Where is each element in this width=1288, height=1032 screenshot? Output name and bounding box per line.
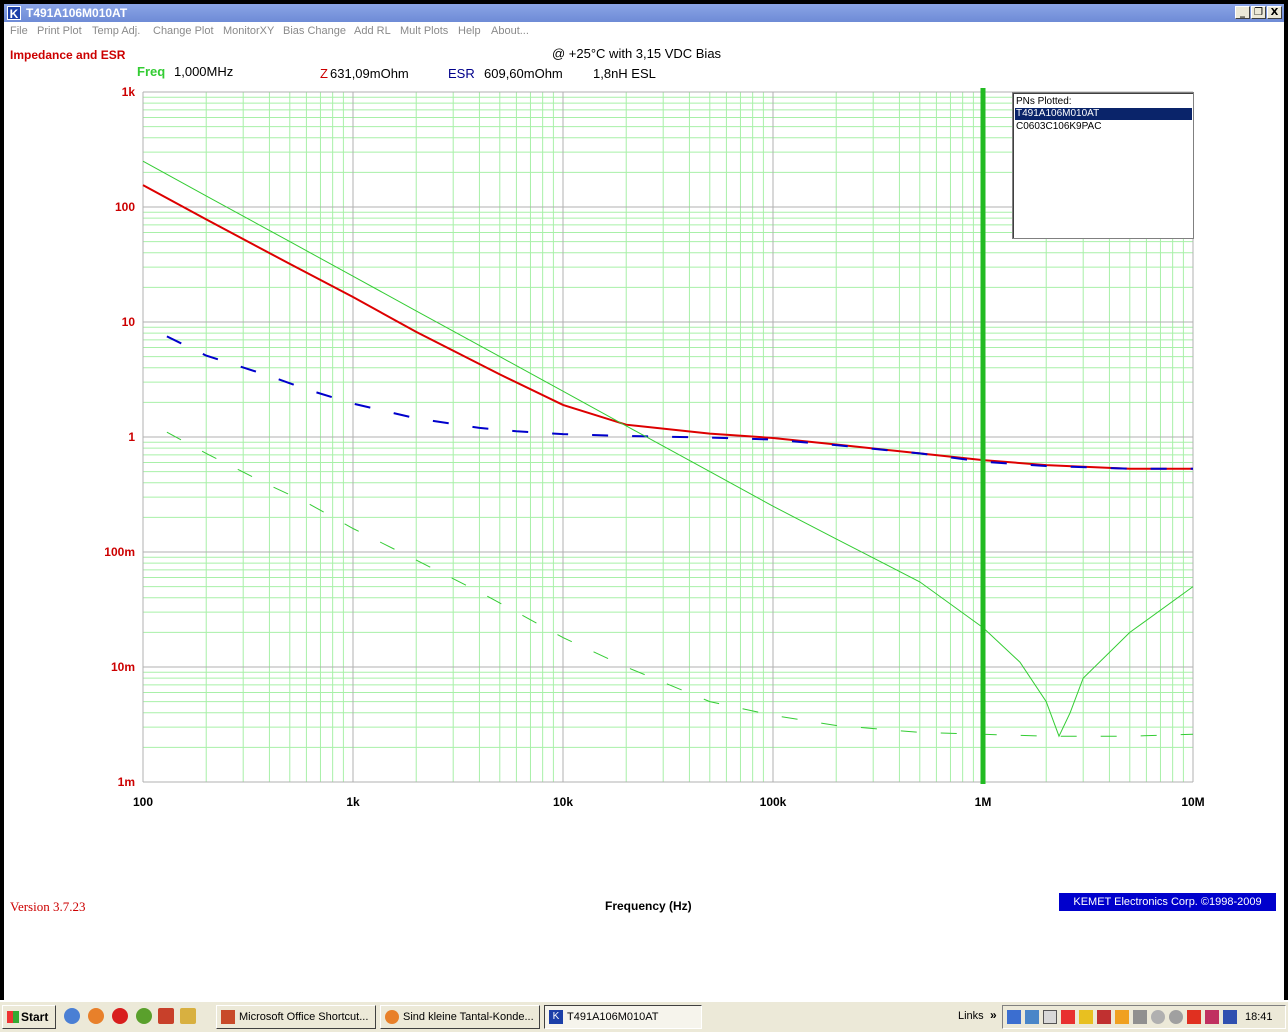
pns-plotted-list[interactable]: PNs Plotted: T491A106M010AT C0603C106K9P…: [1012, 92, 1194, 239]
x-axis-label: Frequency (Hz): [605, 899, 692, 913]
tray-clock-icon[interactable]: [1169, 1010, 1183, 1024]
menu-monitorxy[interactable]: MonitorXY: [223, 25, 274, 37]
start-label: Start: [21, 1010, 49, 1024]
x-tick-label: 1k: [346, 795, 360, 809]
menu-temp-adj[interactable]: Temp Adj.: [92, 25, 140, 37]
x-tick-label: 10M: [1181, 795, 1204, 809]
quicklaunch-app-icon[interactable]: [136, 1008, 152, 1024]
opera-icon[interactable]: [112, 1008, 128, 1024]
menu-change-plot[interactable]: Change Plot: [153, 25, 214, 37]
window-title: T491A106M010AT: [26, 6, 128, 20]
y-tick-label: 10m: [111, 660, 135, 674]
x-tick-label: 100: [133, 795, 153, 809]
y-tick-label: 1k: [122, 85, 136, 99]
y-tick-label: 100m: [104, 545, 135, 559]
task-label: Sind kleine Tantal-Konde...: [403, 1011, 534, 1023]
close-button[interactable]: X: [1267, 6, 1282, 19]
links-chevron-icon[interactable]: »: [990, 1008, 997, 1022]
series-line-3: [142, 160, 1194, 738]
x-tick-label: 1M: [975, 795, 992, 809]
ie-icon[interactable]: [64, 1008, 80, 1024]
links-toolbar[interactable]: Links: [958, 1010, 984, 1022]
tray-security-icon[interactable]: [1097, 1010, 1111, 1024]
menu-file[interactable]: File: [10, 25, 28, 37]
firefox-icon: [385, 1010, 399, 1024]
x-tick-label: 100k: [760, 795, 787, 809]
tray-shield-icon[interactable]: [1205, 1010, 1219, 1024]
y-tick-label: 1: [128, 430, 135, 444]
system-tray: 18:41: [1002, 1005, 1286, 1029]
menu-bias-change[interactable]: Bias Change: [283, 25, 346, 37]
copyright-label: KEMET Electronics Corp. ©1998-2009: [1059, 893, 1276, 911]
quicklaunch-tool-icon[interactable]: [158, 1008, 174, 1024]
firefox-icon[interactable]: [88, 1008, 104, 1024]
y-tick-label: 1m: [118, 775, 135, 789]
tray-mail-icon[interactable]: [1223, 1010, 1237, 1024]
taskbar: Start Microsoft Office Shortcut... Sind …: [0, 1000, 1288, 1032]
x-tick-label: 10k: [553, 795, 573, 809]
title-bar[interactable]: K T491A106M010AT _ ❐ X: [4, 4, 1284, 22]
task-label: Microsoft Office Shortcut...: [239, 1011, 369, 1023]
task-browser[interactable]: Sind kleine Tantal-Konde...: [380, 1005, 540, 1029]
version-label: Version 3.7.23: [10, 899, 86, 914]
restore-button[interactable]: ❐: [1251, 6, 1266, 19]
kemet-app-icon: K: [7, 6, 21, 21]
task-label: T491A106M010AT: [567, 1011, 659, 1023]
menu-add-rl[interactable]: Add RL: [354, 25, 391, 37]
kemet-app-icon: K: [549, 1010, 563, 1024]
volume-icon[interactable]: [1115, 1010, 1129, 1024]
quicklaunch-misc-icon[interactable]: [180, 1008, 196, 1024]
menu-about[interactable]: About...: [491, 25, 529, 37]
tray-alert-icon[interactable]: [1061, 1010, 1075, 1024]
app-window: K T491A106M010AT _ ❐ X File Print Plot T…: [4, 4, 1284, 1000]
tray-globe-icon[interactable]: [1151, 1010, 1165, 1024]
tray-device-icon[interactable]: [1133, 1010, 1147, 1024]
legend-item[interactable]: C0603C106K9PAC: [1015, 121, 1192, 133]
windows-logo-icon: [7, 1011, 19, 1023]
tray-za-icon[interactable]: [1079, 1010, 1093, 1024]
menu-bar: File Print Plot Temp Adj. Change Plot Mo…: [4, 22, 1284, 42]
network-icon[interactable]: [1007, 1010, 1021, 1024]
tray-flash-icon[interactable]: [1187, 1010, 1201, 1024]
plot-area: Impedance and ESR @ +25°C with 3,15 VDC …: [4, 42, 1284, 1000]
minimize-button[interactable]: _: [1235, 6, 1250, 19]
menu-print-plot[interactable]: Print Plot: [37, 25, 82, 37]
task-office-shortcut[interactable]: Microsoft Office Shortcut...: [216, 1005, 376, 1029]
legend-title: PNs Plotted:: [1016, 96, 1072, 107]
y-tick-label: 10: [122, 315, 136, 329]
legend-item-selected[interactable]: T491A106M010AT: [1015, 108, 1192, 120]
monitor-icon[interactable]: [1025, 1010, 1039, 1024]
office-icon: [221, 1010, 235, 1024]
menu-mult-plots[interactable]: Mult Plots: [400, 25, 448, 37]
start-button[interactable]: Start: [2, 1005, 56, 1029]
task-kemet-app[interactable]: K T491A106M010AT: [544, 1005, 702, 1029]
menu-help[interactable]: Help: [458, 25, 481, 37]
tray-app-icon[interactable]: [1043, 1010, 1057, 1024]
y-tick-label: 100: [115, 200, 135, 214]
clock: 18:41: [1245, 1011, 1273, 1023]
